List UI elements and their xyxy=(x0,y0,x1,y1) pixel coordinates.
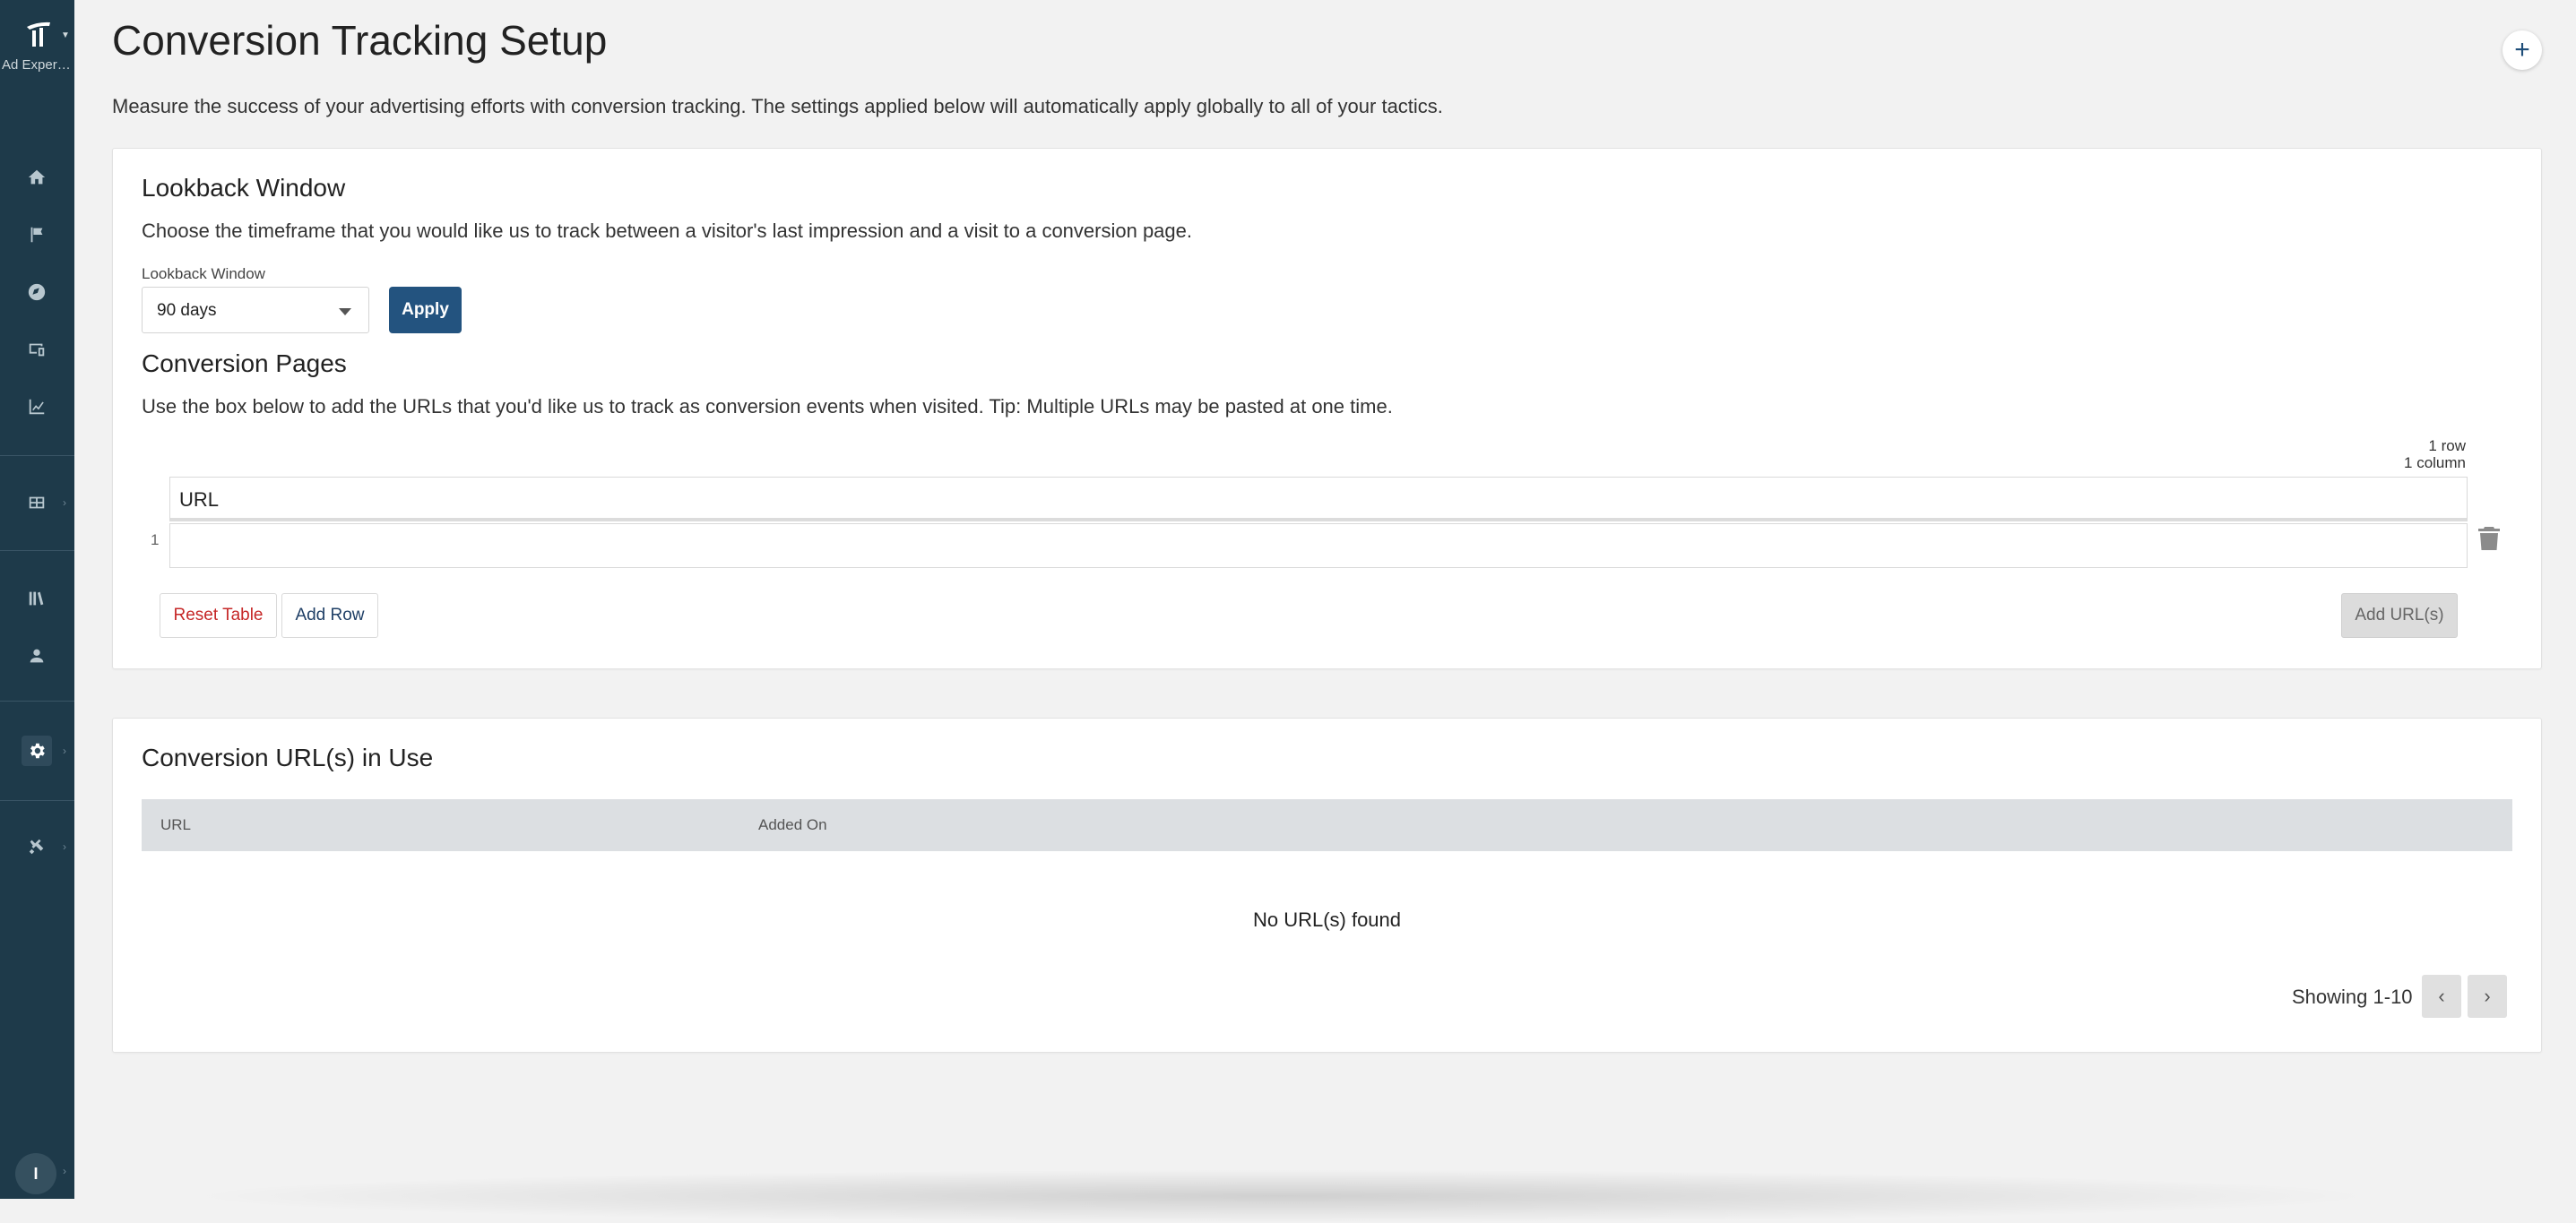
page-title: Conversion Tracking Setup xyxy=(112,17,608,64)
url-cell-input[interactable] xyxy=(169,523,2468,568)
trash-icon xyxy=(2478,527,2500,550)
avatar[interactable]: I xyxy=(15,1153,56,1194)
chevron-right-icon: › xyxy=(63,496,66,509)
nav-explore[interactable] xyxy=(22,277,52,307)
user-badge-icon xyxy=(30,649,44,663)
url-column-label: URL xyxy=(179,488,220,511)
chevron-right-icon: › xyxy=(63,745,66,757)
page-description: Measure the success of your advertising … xyxy=(112,95,1443,117)
brand-logo-icon xyxy=(27,22,50,47)
sidebar: ▼ Ad Experienc... › › › I › xyxy=(0,0,74,1199)
pagination-status: Showing 1-10 xyxy=(2292,986,2413,1008)
nav-divider xyxy=(0,455,74,456)
apply-button[interactable]: Apply xyxy=(389,287,462,333)
nav-divider xyxy=(0,701,74,702)
reset-table-button[interactable]: Reset Table xyxy=(160,593,277,638)
chevron-right-icon: › xyxy=(2484,985,2491,1007)
row-number: 1 xyxy=(151,531,160,548)
conversion-pages-description: Use the box below to add the URLs that y… xyxy=(142,395,1393,418)
nav-reports[interactable] xyxy=(22,392,52,422)
caret-down-icon xyxy=(339,308,351,315)
column-count: 1 column xyxy=(2404,454,2466,471)
table-header: URL Added On xyxy=(142,799,2512,851)
brand-name: Ad Experienc... xyxy=(2,57,74,73)
bottom-shadow xyxy=(179,1169,2384,1223)
delete-row-button[interactable] xyxy=(2477,525,2501,552)
home-icon xyxy=(28,169,46,185)
nav-tools[interactable] xyxy=(22,831,52,862)
empty-state-message: No URL(s) found xyxy=(1252,909,1402,931)
url-column-header[interactable]: URL xyxy=(169,477,2468,521)
devices-icon xyxy=(29,343,45,357)
table-icon xyxy=(29,496,45,509)
nav-users[interactable] xyxy=(22,641,52,671)
add-row-button[interactable]: Add Row xyxy=(281,593,378,638)
chevron-left-icon: ‹ xyxy=(2438,985,2445,1007)
nav-tables[interactable] xyxy=(22,487,52,518)
gear-icon xyxy=(30,743,45,759)
chevron-right-icon: › xyxy=(63,840,66,853)
nav-home[interactable] xyxy=(22,162,52,193)
lookback-description: Choose the timeframe that you would like… xyxy=(142,220,1193,242)
add-button[interactable]: + xyxy=(2503,30,2542,70)
nav-campaigns[interactable] xyxy=(22,220,52,250)
chevron-right-icon: › xyxy=(63,1165,66,1177)
lookback-field-label: Lookback Window xyxy=(142,265,265,282)
library-icon xyxy=(29,591,44,606)
conversion-settings-card: Lookback Window Choose the timeframe tha… xyxy=(112,148,2542,669)
nav-divider xyxy=(0,550,74,551)
lookback-select[interactable]: 90 days xyxy=(142,287,369,333)
column-header-url[interactable]: URL xyxy=(160,816,191,834)
compass-icon xyxy=(28,283,46,301)
in-use-title: Conversion URL(s) in Use xyxy=(142,744,434,771)
lookback-select-value: 90 days xyxy=(157,301,217,320)
conversion-urls-card: Conversion URL(s) in Use URL Added On No… xyxy=(112,718,2542,1053)
previous-page-button[interactable]: ‹ xyxy=(2422,975,2461,1018)
chart-line-icon xyxy=(29,399,45,415)
nav-devices[interactable] xyxy=(22,334,52,365)
flag-icon xyxy=(30,227,43,243)
lookback-title: Lookback Window xyxy=(142,174,346,202)
nav-settings[interactable] xyxy=(22,736,52,766)
nav-divider xyxy=(0,800,74,801)
conversion-pages-title: Conversion Pages xyxy=(142,349,347,377)
row-count: 1 row xyxy=(2428,437,2466,454)
add-urls-button[interactable]: Add URL(s) xyxy=(2341,593,2458,638)
tools-icon xyxy=(29,839,44,855)
chevron-down-icon: ▼ xyxy=(61,30,70,40)
column-header-added-on[interactable]: Added On xyxy=(758,816,827,834)
next-page-button[interactable]: › xyxy=(2468,975,2507,1018)
nav-library[interactable] xyxy=(22,583,52,614)
